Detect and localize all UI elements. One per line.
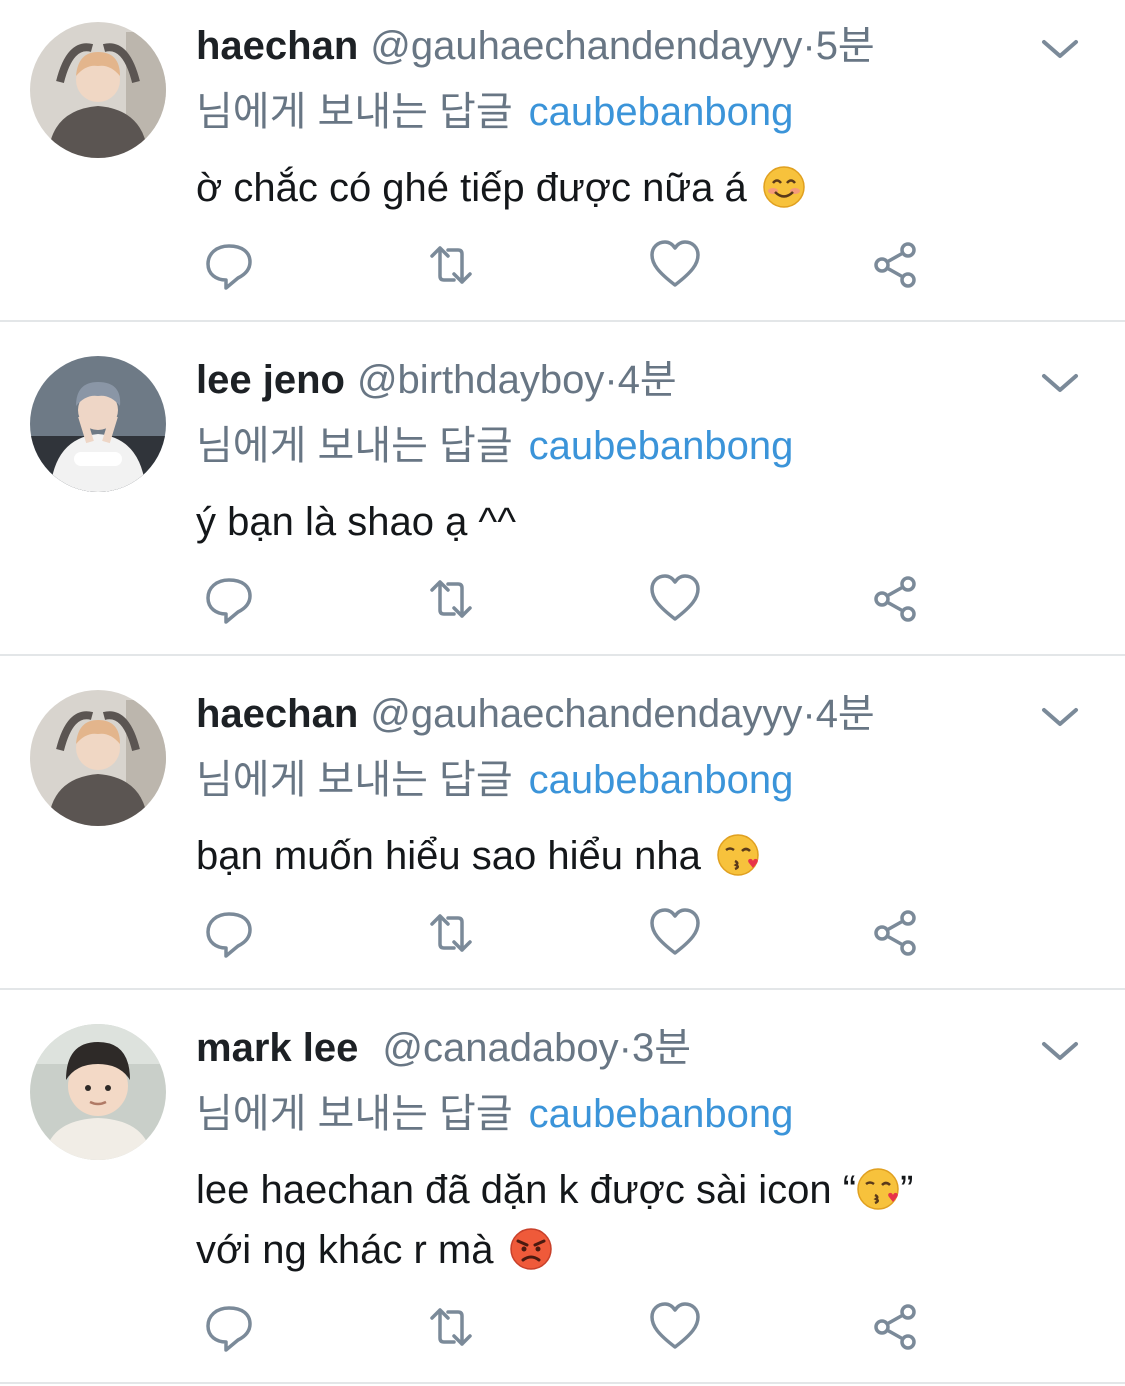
smiling-face-emoji: [763, 166, 805, 208]
reply-to-user[interactable]: caubebanbong: [529, 1092, 794, 1136]
retweet-icon[interactable]: [424, 1300, 478, 1354]
reply-prefix: 님에게 보내는 답글: [196, 424, 513, 468]
retweet-icon[interactable]: [424, 238, 478, 292]
timestamp[interactable]: 5분: [816, 24, 875, 68]
tweet-text-line: ý bạn là shao ạ ^^: [196, 500, 516, 544]
display-name[interactable]: haechan: [196, 24, 358, 68]
reply-prefix: 님에게 보내는 답글: [196, 758, 513, 802]
display-name[interactable]: mark lee: [196, 1026, 358, 1070]
divider: [0, 654, 1125, 656]
timestamp[interactable]: 3분: [632, 1026, 691, 1070]
reply-icon[interactable]: [202, 906, 256, 960]
separator-dot: ·: [802, 24, 816, 68]
reply-icon[interactable]: [202, 1300, 256, 1354]
tweet-text-line: bạn muốn hiểu sao hiểu nha: [196, 834, 701, 878]
tweet-text: lee haechan đã dặn k được sài icon “ ” vớ…: [196, 1160, 1076, 1280]
reply-to-user[interactable]: caubebanbong: [529, 424, 794, 468]
share-icon[interactable]: [870, 572, 924, 626]
chevron-down-icon[interactable]: [1038, 34, 1082, 64]
user-handle[interactable]: @canadaboy: [382, 1026, 618, 1070]
share-icon[interactable]: [870, 906, 924, 960]
divider: [0, 1382, 1125, 1384]
avatar[interactable]: [30, 690, 166, 826]
share-icon[interactable]: [870, 1300, 924, 1354]
avatar[interactable]: [30, 356, 166, 492]
reply-to-user[interactable]: caubebanbong: [529, 90, 794, 134]
reply-prefix: 님에게 보내는 답글: [196, 1092, 513, 1136]
tweet-text-line: với ng khác r mà: [196, 1228, 494, 1272]
tweet-text-line: ”: [900, 1168, 914, 1212]
separator-dot: ·: [802, 692, 816, 736]
user-handle[interactable]: @gauhaechandendayyy: [370, 24, 802, 68]
timestamp[interactable]: 4분: [816, 692, 875, 736]
tweet-text: ờ chắc có ghé tiếp được nữa á: [196, 158, 1076, 218]
reply-prefix: 님에게 보내는 답글: [196, 90, 513, 134]
timestamp[interactable]: 4분: [618, 358, 677, 402]
display-name[interactable]: lee jeno: [196, 358, 345, 402]
tweet-text: ý bạn là shao ạ ^^: [196, 492, 1076, 552]
tweet-text-line: ờ chắc có ghé tiếp được nữa á: [196, 166, 747, 210]
like-icon[interactable]: [648, 238, 702, 292]
share-icon[interactable]: [870, 238, 924, 292]
tweet[interactable]: haechan @gauhaechandendayyy·5분 님에게 보내는 답글…: [0, 0, 1125, 322]
face-blowing-kiss-emoji: [717, 834, 759, 876]
retweet-icon[interactable]: [424, 572, 478, 626]
chevron-down-icon[interactable]: [1038, 702, 1082, 732]
chevron-down-icon[interactable]: [1038, 1036, 1082, 1066]
separator-dot: ·: [618, 1026, 632, 1070]
user-handle[interactable]: @birthdayboy: [357, 358, 604, 402]
avatar[interactable]: [30, 1024, 166, 1160]
reply-icon[interactable]: [202, 238, 256, 292]
separator-dot: ·: [604, 358, 618, 402]
divider: [0, 320, 1125, 322]
tweet[interactable]: haechan @gauhaechandendayyy·4분 님에게 보내는 답글…: [0, 668, 1125, 990]
display-name[interactable]: haechan: [196, 692, 358, 736]
user-handle[interactable]: @gauhaechandendayyy: [370, 692, 802, 736]
divider: [0, 988, 1125, 990]
retweet-icon[interactable]: [424, 906, 478, 960]
tweet-text-line: lee haechan đã dặn k được sài icon “: [196, 1168, 857, 1212]
tweet[interactable]: lee jeno @birthdayboy·4분 님에게 보내는 답글 caubeb…: [0, 334, 1125, 656]
angry-face-emoji: [509, 1228, 552, 1270]
reply-to-user[interactable]: caubebanbong: [529, 758, 794, 802]
like-icon[interactable]: [648, 906, 702, 960]
tweet-text: bạn muốn hiểu sao hiểu nha: [196, 826, 1076, 886]
face-blowing-kiss-emoji: [857, 1168, 899, 1210]
chevron-down-icon[interactable]: [1038, 368, 1082, 398]
tweet[interactable]: mark lee @canadaboy·3분 님에게 보내는 답글 caubeban…: [0, 1002, 1125, 1386]
like-icon[interactable]: [648, 572, 702, 626]
like-icon[interactable]: [648, 1300, 702, 1354]
reply-icon[interactable]: [202, 572, 256, 626]
avatar[interactable]: [30, 22, 166, 158]
